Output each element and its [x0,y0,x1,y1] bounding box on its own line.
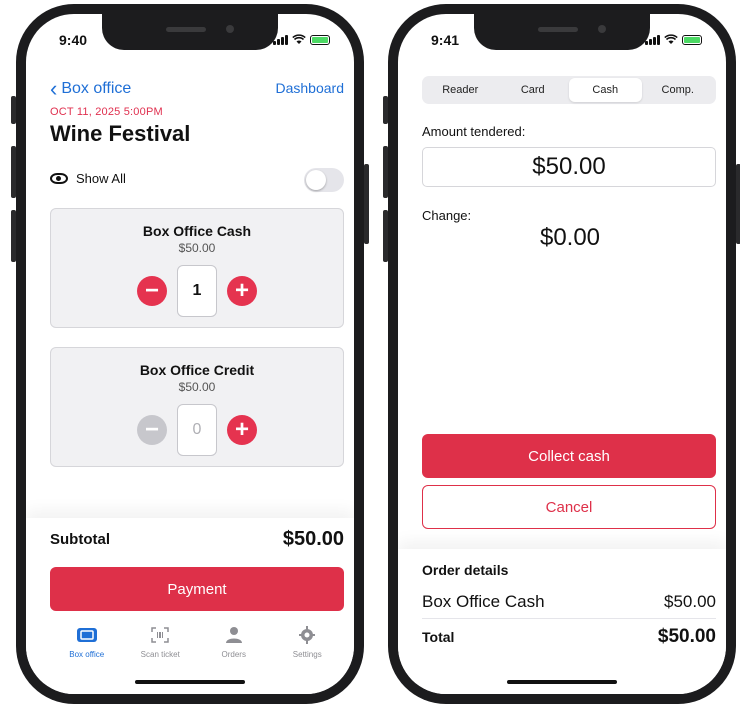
payment-method-segmented-control: Reader Card Cash Comp. [422,76,716,104]
power-button [736,164,740,244]
event-date: OCT 11, 2025 5:00PM [50,106,163,118]
tab-label: Scan ticket [140,650,180,659]
scan-icon [151,627,169,643]
tab-scan-ticket[interactable]: Scan ticket [124,626,198,659]
mute-switch [11,96,16,124]
tab-orders[interactable]: Orders [197,626,271,659]
show-all-label: Show All [76,171,126,186]
amount-tendered-field[interactable]: $50.00 [422,147,716,187]
right-phone-frame: 9:41 Reader Card Cash Comp. Amount tende… [383,4,740,704]
tab-settings[interactable]: Settings [271,626,345,659]
quantity-stepper: − 0 + [137,404,257,456]
total-value: $50.00 [657,626,716,647]
back-button[interactable]: ‹ Box office [50,78,131,100]
increment-button[interactable]: + [227,276,257,306]
ticket-card: Box Office Credit $50.00 − 0 + [50,347,344,467]
volume-down-button [383,210,388,262]
home-indicator [135,680,245,684]
volume-up-button [383,146,388,198]
tab-label: Orders [221,650,246,659]
plus-icon: + [234,277,249,304]
show-all-toggle[interactable] [304,168,344,192]
mute-switch [383,96,388,124]
left-phone-frame: 9:40 ‹ Box office Dashboard OCT 11, 2025… [11,4,369,704]
tab-label: Settings [292,650,322,659]
payment-button[interactable]: Payment [50,567,344,611]
order-line-item: Box Office Cash $50.00 [422,592,716,619]
tab-bar: Box office Scan ticket Orders Settings [50,626,344,659]
order-total-row: Total $50.00 [422,626,716,648]
ticket-price: $50.00 [178,380,216,394]
change-label: Change: [422,208,472,223]
ticket-name: Box Office Credit [139,362,255,378]
eye-icon [50,173,68,184]
show-all-row: Show All [50,171,126,186]
amount-tendered-label: Amount tendered: [422,124,526,139]
person-icon [225,627,242,643]
segment-card[interactable]: Card [497,78,570,102]
total-label: Total [422,629,455,645]
plus-icon: + [234,416,249,443]
ticket-card: Box Office Cash $50.00 − 1 + [50,208,344,328]
segment-reader[interactable]: Reader [424,78,497,102]
quantity-field[interactable]: 1 [177,265,217,317]
subtotal-label: Subtotal [50,531,110,548]
notch [102,14,278,50]
order-details-title: Order details [422,562,509,578]
status-icons [645,34,702,45]
tab-box-office[interactable]: Box office [50,626,124,659]
volume-up-button [11,146,16,198]
wifi-icon [664,34,678,44]
status-time: 9:40 [59,32,88,48]
chevron-left-icon: ‹ [50,76,58,101]
battery-icon [682,34,702,45]
dashboard-link[interactable]: Dashboard [276,80,345,96]
status-icons [273,34,330,45]
cancel-button[interactable]: Cancel [422,485,716,529]
minus-icon: − [144,277,159,304]
quantity-field[interactable]: 0 [177,404,217,456]
segment-cash[interactable]: Cash [569,78,642,102]
change-value: $0.00 [539,224,601,251]
status-time: 9:41 [431,32,460,48]
volume-down-button [11,210,16,262]
event-title: Wine Festival [50,121,191,146]
decrement-button[interactable]: − [137,415,167,445]
right-screen: 9:41 Reader Card Cash Comp. Amount tende… [398,14,726,694]
power-button [364,164,369,244]
minus-icon: − [144,416,159,443]
tab-label: Box office [69,650,105,659]
line-item-name: Box Office Cash [422,592,545,611]
ticket-icon [76,628,97,642]
subtotal-value: $50.00 [282,528,344,550]
notch [474,14,650,50]
wifi-icon [292,34,306,44]
line-item-price: $50.00 [664,592,716,611]
decrement-button[interactable]: − [137,276,167,306]
ticket-price: $50.00 [178,241,216,255]
collect-cash-button[interactable]: Collect cash [422,434,716,478]
ticket-name: Box Office Cash [142,223,252,239]
increment-button[interactable]: + [227,415,257,445]
gear-icon [299,626,316,644]
quantity-stepper: − 1 + [137,265,257,317]
battery-icon [310,34,330,45]
home-indicator [507,680,617,684]
left-screen: 9:40 ‹ Box office Dashboard OCT 11, 2025… [26,14,354,694]
segment-comp[interactable]: Comp. [642,78,715,102]
back-label: Box office [61,80,132,97]
